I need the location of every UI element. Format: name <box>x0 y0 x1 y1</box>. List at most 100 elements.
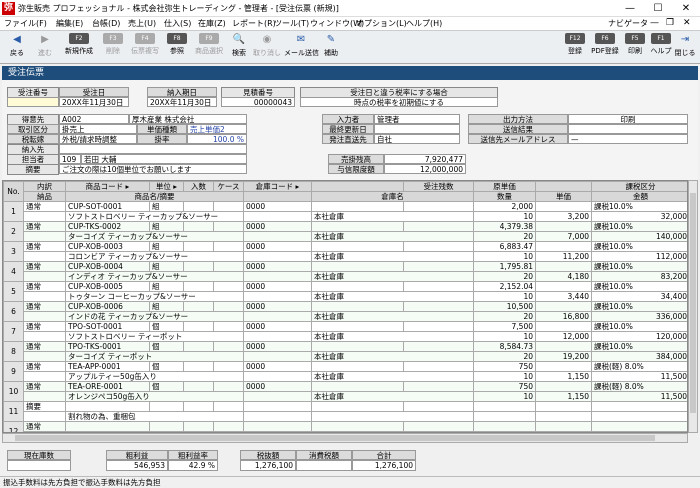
row-per-case[interactable] <box>183 201 214 212</box>
customer-code-field[interactable]: A002 <box>59 114 129 124</box>
row-cost[interactable] <box>473 421 536 432</box>
horizontal-scrollbar[interactable] <box>2 433 688 443</box>
row-qty[interactable]: 10 <box>473 331 536 342</box>
row-qty[interactable]: 10 <box>473 291 536 302</box>
table-row[interactable]: 割れ物の為、重梱包 <box>4 411 687 422</box>
row-case[interactable] <box>213 341 244 352</box>
row-price[interactable]: 11,200 <box>535 251 592 262</box>
row-wh-code[interactable]: 0000 <box>243 341 312 352</box>
row-qty[interactable]: 20 <box>473 351 536 362</box>
row-unit[interactable]: 組 <box>149 241 184 252</box>
ship-field[interactable]: 自社 <box>374 134 460 144</box>
row-delivery[interactable] <box>23 331 66 342</box>
horizontal-scroll-thumb[interactable] <box>15 435 655 441</box>
row-product-name[interactable]: インディオ ティーカップ&ソーサー <box>65 271 244 282</box>
cancel-button[interactable]: ◉ 取り消し <box>250 33 284 61</box>
row-tax-type[interactable]: 課税10.0% <box>591 241 687 252</box>
maximize-button[interactable]: ☐ <box>644 0 672 17</box>
row-kind[interactable]: 通常 <box>23 421 66 432</box>
row-price[interactable]: 12,000 <box>535 331 592 342</box>
row-product-name[interactable]: オレンジペコ50g缶入り <box>65 391 244 402</box>
row-delivery[interactable] <box>23 311 66 322</box>
tax-method-field[interactable]: 外税/請求時調整 <box>59 134 137 144</box>
table-row[interactable]: インドの花 ティーカップ&ソーサー 本社倉庫 20 16,800 336,000 <box>4 311 687 322</box>
row-cost[interactable]: 7,500 <box>473 321 536 332</box>
row-kind[interactable]: 通常 <box>23 241 66 252</box>
table-row[interactable]: 5 通常 CUP-XOB-0005 組 0000 2,152.04 課税10.0% <box>3 281 687 302</box>
row-delivery[interactable] <box>23 271 66 282</box>
menu-tools[interactable]: ツール(T) <box>274 18 309 29</box>
row-unit[interactable]: 組 <box>149 201 184 212</box>
row-price[interactable]: 16,800 <box>535 311 592 322</box>
close-button[interactable]: ✕ <box>672 0 700 17</box>
reference-button[interactable]: F8 参照 <box>160 33 194 61</box>
row-wh-code[interactable]: 0000 <box>243 321 312 332</box>
row-delivery[interactable] <box>23 211 66 222</box>
product-select-button[interactable]: F9 商品選択 <box>192 33 226 61</box>
row-kind[interactable]: 通常 <box>23 381 66 392</box>
row-cost[interactable]: 750 <box>473 361 536 372</box>
row-per-case[interactable] <box>183 281 214 292</box>
table-row[interactable]: ソフトストロベリー ティーポット 本社倉庫 10 12,000 120,000 <box>4 331 687 342</box>
menu-stock[interactable]: 在庫(Z) <box>198 18 226 29</box>
row-cost[interactable]: 4,379.38 <box>473 221 536 232</box>
table-row[interactable]: 2 通常 CUP-TKS-0002 組 0000 4,379.38 課税10.0% <box>3 221 687 242</box>
row-tax-type[interactable]: 課税10.0% <box>591 301 687 312</box>
row-case[interactable] <box>213 281 244 292</box>
row-case[interactable] <box>213 361 244 372</box>
row-unit[interactable]: 組 <box>149 261 184 272</box>
row-per-case[interactable] <box>183 221 214 232</box>
row-per-case[interactable] <box>183 241 214 252</box>
table-row[interactable]: インディオ ティーカップ&ソーサー 本社倉庫 20 4,180 83,200 <box>4 271 687 282</box>
row-cost[interactable]: 750 <box>473 381 536 392</box>
row-wh-code[interactable]: 0000 <box>243 221 312 232</box>
delete-button[interactable]: F3 削除 <box>96 33 130 61</box>
row-wh-code[interactable] <box>243 421 312 432</box>
price-type-field[interactable]: 売上単価2 <box>187 124 247 134</box>
row-tax-type[interactable]: 課税10.0% <box>591 341 687 352</box>
row-product-name[interactable]: ターコイズ ティーポット <box>65 351 244 362</box>
order-date-field[interactable]: 20XX年11月30日 <box>59 97 129 107</box>
row-code[interactable] <box>65 421 150 432</box>
row-code[interactable]: CUP-SOT-0001 <box>65 201 150 212</box>
row-cost[interactable]: 1,795.81 <box>473 261 536 272</box>
menu-help[interactable]: ヘルプ(H) <box>406 18 442 29</box>
row-case[interactable] <box>213 221 244 232</box>
mdi-close-button[interactable]: ✕ <box>683 18 691 28</box>
row-kind[interactable]: 通常 <box>23 321 66 332</box>
memo-field[interactable]: ご注文の際は10個単位でお願いします <box>59 164 247 174</box>
row-product-name[interactable]: ソフトストロベリー ティーカップ&ソーサー <box>65 211 244 222</box>
row-per-case[interactable] <box>183 261 214 272</box>
row-price[interactable]: 1,150 <box>535 371 592 382</box>
row-kind[interactable]: 通常 <box>23 281 66 292</box>
table-row[interactable]: 8 通常 TPO-TKS-0001 個 0000 8,584.73 課税10.0% <box>3 341 687 362</box>
row-wh-code[interactable]: 0000 <box>243 281 312 292</box>
row-tax-type[interactable]: 課税10.0% <box>591 281 687 292</box>
row-case[interactable] <box>213 381 244 392</box>
row-tax-type[interactable]: 課税(軽) 8.0% <box>591 361 687 372</box>
row-wh-code[interactable]: 0000 <box>243 361 312 372</box>
table-row[interactable]: 4 通常 CUP-XOB-0004 組 0000 1,795.81 課税10.0% <box>3 261 687 282</box>
row-delivery[interactable] <box>23 371 66 382</box>
menu-option[interactable]: オプション(L) <box>356 18 407 29</box>
row-product-name[interactable]: ソフトストロベリー ティーポット <box>65 331 244 342</box>
table-row[interactable]: 7 通常 TPO-SOT-0001 個 0000 7,500 課税10.0% <box>3 321 687 342</box>
row-unit[interactable] <box>149 401 184 412</box>
row-unit[interactable]: 組 <box>149 281 184 292</box>
row-wh-code[interactable]: 0000 <box>243 201 312 212</box>
row-case[interactable] <box>213 301 244 312</box>
row-product-name[interactable]: ターコイズ ティーカップ&ソーサー <box>65 231 244 242</box>
row-code[interactable] <box>65 401 150 412</box>
row-code[interactable]: TEA-ORE-0001 <box>65 381 150 392</box>
row-unit[interactable]: 個 <box>149 341 184 352</box>
close-slip-button[interactable]: ⇥ 閉じる <box>668 33 700 61</box>
row-per-case[interactable] <box>183 381 214 392</box>
row-product-name[interactable]: 割れ物の為、重梱包 <box>65 411 244 422</box>
mdi-minimize-button[interactable]: — <box>650 18 659 28</box>
row-case[interactable] <box>213 401 244 412</box>
row-delivery[interactable] <box>23 251 66 262</box>
row-code[interactable]: TEA-APP-0001 <box>65 361 150 372</box>
row-wh-code[interactable]: 0000 <box>243 241 312 252</box>
row-code[interactable]: CUP-XOB-0003 <box>65 241 150 252</box>
table-row[interactable]: 6 通常 CUP-XOB-0006 組 0000 10,500 課税10.0% <box>3 301 687 322</box>
